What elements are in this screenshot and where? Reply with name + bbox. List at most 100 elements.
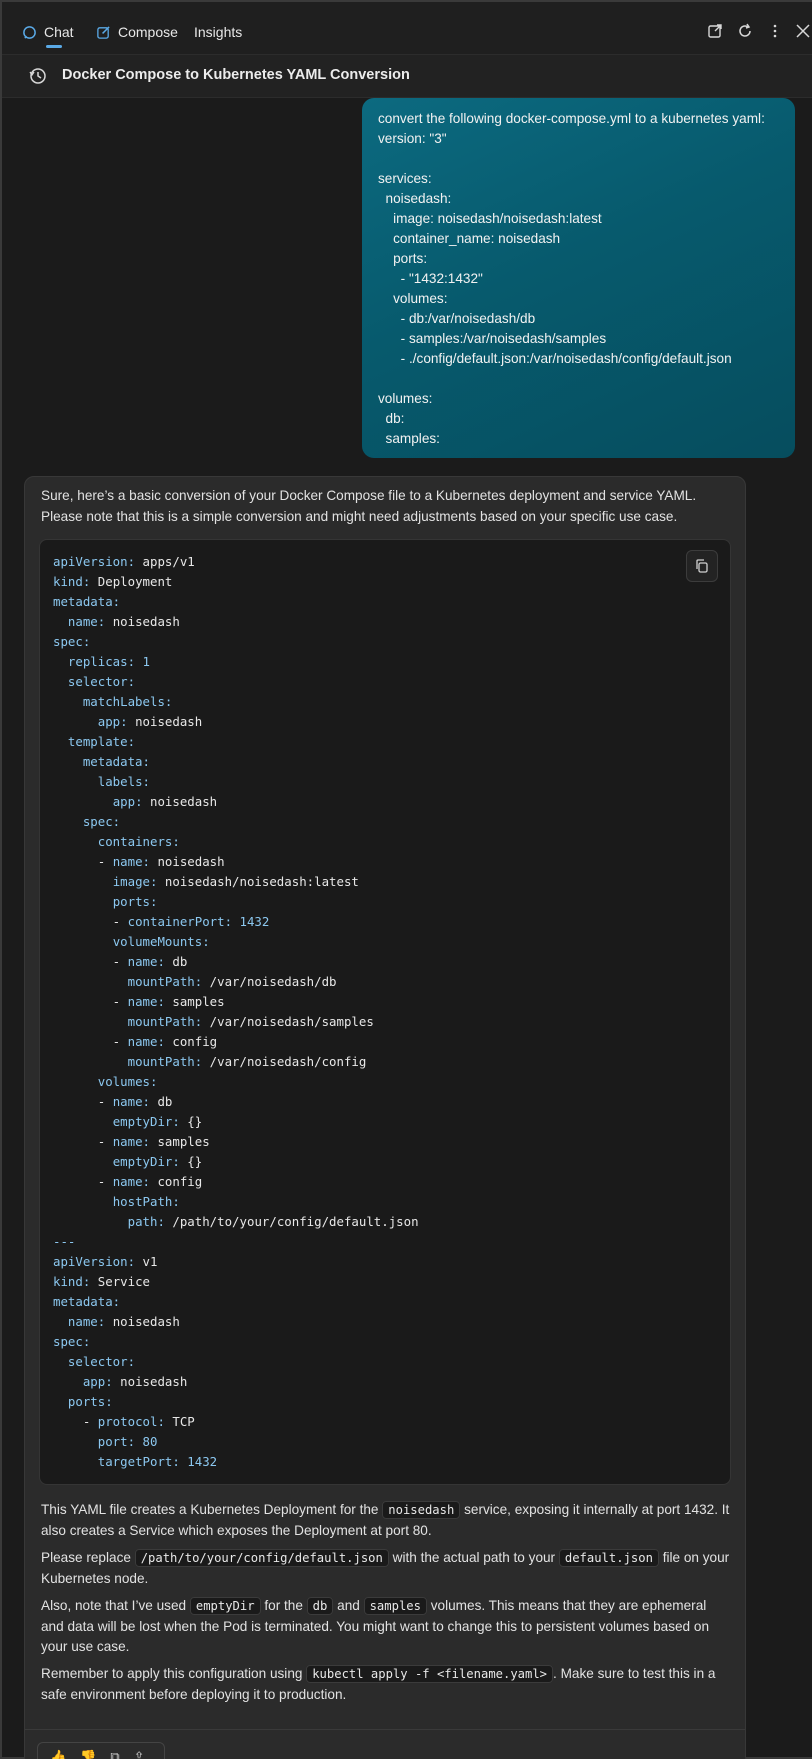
assistant-intro-text: Sure, here’s a basic conversion of your … — [41, 488, 697, 524]
user-message-line: samples: — [378, 431, 440, 446]
open-external-icon[interactable] — [706, 22, 724, 40]
code-line: labels: — [97, 774, 150, 789]
p2-text-a: Please replace — [41, 1550, 135, 1565]
conversation-header: Docker Compose to Kubernetes YAML Conver… — [2, 55, 812, 98]
user-message-line: - "1432:1432" — [378, 271, 483, 286]
conversation-title: Docker Compose to Kubernetes YAML Conver… — [62, 67, 410, 83]
close-icon[interactable] — [794, 22, 812, 40]
feedback-buttons[interactable]: 👍 👎 ⧉ ⇪ — [37, 1742, 165, 1759]
code-line: apiVersion: v1 — [53, 1254, 158, 1269]
code-line: matchLabels: — [82, 694, 173, 709]
user-message-line: - samples:/var/noisedash/samples — [378, 331, 607, 346]
code-line: - name: samples — [53, 994, 225, 1009]
code-content: apiVersion: apps/v1 kind: Deployment metad… — [53, 552, 419, 1472]
user-message-line: image: noisedash/noisedash:latest — [378, 211, 602, 226]
user-message-line: noisedash: — [378, 191, 452, 206]
code-line: - name: db — [53, 954, 188, 969]
code-line: selector: — [67, 1354, 136, 1369]
code-line: selector: — [67, 674, 136, 689]
tab-insights[interactable]: Insights — [194, 20, 242, 44]
code-line: volumes: — [97, 1074, 158, 1089]
code-line: metadata: — [53, 594, 121, 609]
code-line: spec: — [53, 1334, 91, 1349]
code-line: apiVersion: apps/v1 — [53, 554, 195, 569]
copy-message-icon[interactable]: ⧉ — [110, 1749, 119, 1759]
inline-code-samples: samples — [363, 1597, 427, 1615]
code-line: - name: db — [53, 1094, 173, 1109]
code-line: - protocol: TCP — [53, 1414, 195, 1429]
code-line: containers: — [97, 834, 180, 849]
inline-code-db: db — [306, 1597, 334, 1615]
code-line: app: noisedash — [82, 1374, 188, 1389]
copy-icon — [696, 559, 708, 573]
code-line: template: — [67, 734, 136, 749]
tab-chat-label: Chat — [44, 24, 74, 40]
inline-code-default-json: default.json — [558, 1549, 659, 1567]
compose-icon — [97, 25, 110, 39]
p1-text-a: This YAML file creates a Kubernetes Depl… — [41, 1502, 383, 1517]
thumbs-up-icon[interactable]: 👍 — [50, 1749, 66, 1759]
thumbs-down-icon[interactable]: 👎 — [80, 1749, 96, 1759]
p3-text-c: and — [333, 1598, 364, 1613]
code-line: name: noisedash — [67, 1314, 180, 1329]
user-message-line: - db:/var/noisedash/db — [378, 311, 536, 326]
tab-insights-label: Insights — [194, 24, 243, 40]
copy-code-button[interactable] — [686, 550, 718, 582]
code-block: apiVersion: apps/v1 kind: Deployment metad… — [39, 539, 731, 1485]
code-line: ports: — [112, 894, 158, 909]
tab-compose-label: Compose — [118, 24, 178, 40]
user-message-line: - ./config/default.json:/var/noisedash/c… — [378, 351, 732, 366]
code-line: - containerPort: 1432 — [53, 914, 270, 929]
code-line: metadata: — [82, 754, 150, 769]
share-icon[interactable]: ⇪ — [134, 1749, 145, 1759]
user-message-bubble: convert the following docker-compose.yml… — [362, 98, 795, 458]
user-message-text: convert the following docker-compose.yml… — [378, 109, 795, 449]
user-message-line: volumes: — [378, 391, 433, 406]
p2-text-b: with the actual path to your — [388, 1550, 559, 1565]
code-line: app: noisedash — [97, 714, 203, 729]
code-line: port: 80 — [97, 1434, 158, 1449]
code-line: hostPath: — [112, 1194, 180, 1209]
history-icon[interactable] — [28, 66, 48, 86]
assistant-paragraph-3: Also, note that I’ve used emptyDir for t… — [41, 1596, 731, 1658]
p3-text-a: Also, note that I’ve used — [41, 1598, 190, 1613]
assistant-paragraph-1: This YAML file creates a Kubernetes Depl… — [41, 1500, 731, 1541]
code-line: volumeMounts: — [112, 934, 210, 949]
p4-text-a: Remember to apply this configuration usi… — [41, 1666, 307, 1681]
inline-code-emptydir: emptyDir — [189, 1597, 261, 1615]
chat-icon — [23, 25, 36, 39]
user-message-line — [378, 149, 795, 169]
code-line: name: noisedash — [67, 614, 180, 629]
tab-compose[interactable]: Compose — [96, 20, 178, 44]
tab-chat[interactable]: Chat — [22, 20, 74, 48]
user-message-line: services: — [378, 171, 432, 186]
assistant-paragraph-4: Remember to apply this configuration usi… — [41, 1664, 731, 1705]
user-message-line: container_name: noisedash — [378, 231, 561, 246]
inline-code-kubectl: kubectl apply -f <filename.yaml> — [306, 1665, 554, 1683]
user-message-line: volumes: — [378, 291, 448, 306]
user-message-line: version: "3" — [378, 131, 447, 146]
code-line: targetPort: 1432 — [97, 1454, 218, 1469]
user-message-line: db: — [378, 411, 405, 426]
code-line: app: noisedash — [112, 794, 218, 809]
p3-text-b: for the — [260, 1598, 307, 1613]
refresh-icon[interactable] — [736, 22, 754, 40]
code-line: mountPath: /var/noisedash/samples — [127, 1014, 374, 1029]
code-line: mountPath: /var/noisedash/db — [127, 974, 337, 989]
code-line: emptyDir: {} — [112, 1114, 203, 1129]
code-line: spec: — [82, 814, 121, 829]
code-line: - name: config — [53, 1174, 203, 1189]
code-line: image: noisedash/noisedash:latest — [112, 874, 359, 889]
code-line: metadata: — [53, 1294, 121, 1309]
code-line: kind: Deployment — [53, 574, 173, 589]
more-vertical-icon[interactable] — [766, 22, 784, 40]
active-tab-indicator — [46, 45, 62, 48]
code-line: - name: samples — [53, 1134, 210, 1149]
user-message-line — [378, 369, 795, 389]
user-message-line: ports: — [378, 251, 428, 266]
code-line: replicas: 1 — [67, 654, 150, 669]
code-line: path: /path/to/your/config/default.json — [127, 1214, 419, 1229]
top-tab-bar: Chat Compose Insights — [2, 2, 812, 55]
assistant-paragraph-2: Please replace /path/to/your/config/defa… — [41, 1548, 731, 1589]
code-line: ports: — [67, 1394, 113, 1409]
